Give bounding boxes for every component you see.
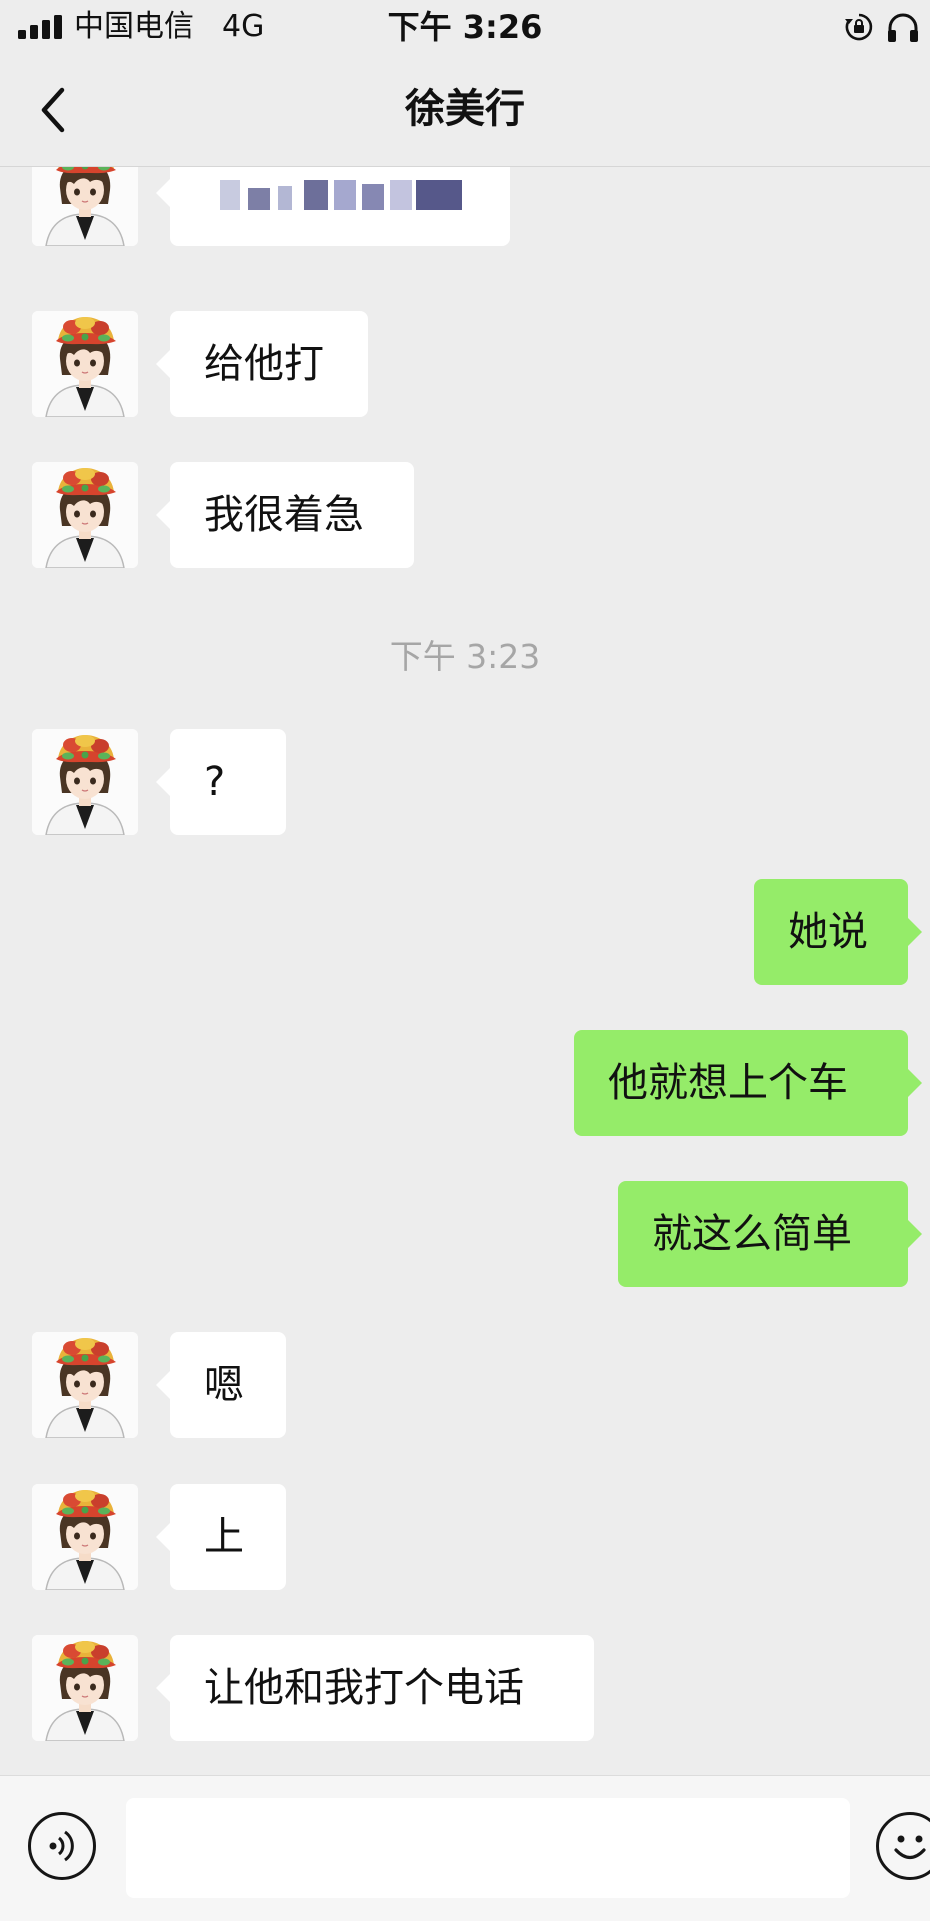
contact-avatar[interactable]: [32, 1635, 138, 1741]
message-text: 给他打: [204, 341, 324, 387]
message-bubble-outgoing[interactable]: 她说: [754, 879, 922, 985]
message-text: 他就想上个车: [608, 1060, 848, 1106]
input-bar: [0, 1775, 930, 1921]
chevron-left-icon[interactable]: [24, 78, 88, 142]
message-bubble-incoming[interactable]: 让他和我打个电话: [156, 1635, 594, 1741]
message-list[interactable]: 给他打 我很着急 下午 3:23 ? 她说 他就想上个车 就这么简单 嗯 上 让…: [0, 167, 930, 1775]
message-text: 上: [204, 1514, 244, 1560]
headphones-icon: [888, 13, 918, 42]
message-text: 我很着急: [204, 492, 364, 538]
chat-timestamp: 下午 3:23: [389, 637, 541, 676]
contact-avatar[interactable]: [32, 1332, 138, 1438]
message-input[interactable]: [126, 1798, 850, 1898]
status-time: 下午 3:26: [387, 8, 543, 46]
contact-avatar[interactable]: [32, 729, 138, 835]
chat-title: 徐美行: [405, 86, 525, 132]
contact-avatar[interactable]: [32, 1484, 138, 1590]
rotation-lock-icon: [845, 13, 873, 41]
message-bubble-outgoing[interactable]: 他就想上个车: [574, 1030, 922, 1136]
message-text: 就这么简单: [652, 1211, 852, 1257]
contact-avatar[interactable]: [32, 167, 138, 246]
contact-avatar[interactable]: [32, 462, 138, 568]
voice-icon[interactable]: [28, 1812, 96, 1880]
message-text: 让他和我打个电话: [204, 1665, 524, 1711]
message-text: ?: [204, 759, 226, 805]
status-bar: 中国电信 4G 下午 3:26: [0, 0, 930, 54]
message-bubble-outgoing[interactable]: 就这么简单: [618, 1181, 922, 1287]
message-bubble-incoming[interactable]: 给他打: [156, 311, 368, 417]
message-bubble-incoming[interactable]: [156, 167, 510, 246]
emoji-icon[interactable]: [876, 1812, 930, 1880]
message-bubble-incoming[interactable]: 我很着急: [156, 462, 414, 568]
message-bubble-incoming[interactable]: ?: [156, 729, 286, 835]
message-bubble-incoming[interactable]: 上: [156, 1484, 286, 1590]
chat-header: 徐美行: [0, 54, 930, 167]
message-text: 嗯: [204, 1362, 244, 1408]
message-bubble-incoming[interactable]: 嗯: [156, 1332, 286, 1438]
contact-avatar[interactable]: [32, 311, 138, 417]
message-text: 她说: [788, 909, 868, 955]
